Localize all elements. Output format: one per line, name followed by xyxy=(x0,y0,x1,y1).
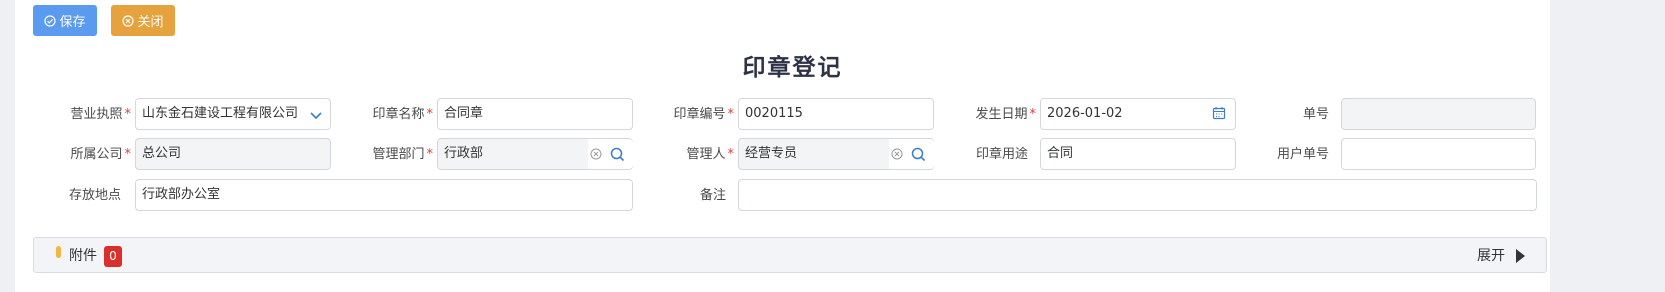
seal-usage-value: 合同 xyxy=(1047,146,1074,161)
seal-usage-input[interactable]: 合同 xyxy=(1040,138,1236,170)
storage-location-input[interactable]: 行政部办公室 xyxy=(135,179,633,211)
check-circle-icon xyxy=(44,14,57,27)
occur-date-input[interactable]: 2026-01-02 xyxy=(1040,98,1236,130)
business-license-value: 山东金石建设工程有限公司 xyxy=(142,106,299,121)
department-input[interactable]: 行政部 xyxy=(437,138,633,170)
chevron-down-icon[interactable] xyxy=(309,108,323,122)
seal-name-value: 合同章 xyxy=(444,106,484,121)
manager-input[interactable]: 经营专员 xyxy=(738,138,934,170)
attachments-label: 附件 xyxy=(69,248,97,264)
manager-value: 经营专员 xyxy=(745,146,798,161)
manager-label: 管理人 * xyxy=(686,147,734,162)
seal-number-input[interactable]: 0020115 xyxy=(738,98,934,130)
close-circle-icon xyxy=(122,14,135,27)
occur-date-label: 发生日期 * xyxy=(975,107,1036,122)
doc-number-label: 单号 xyxy=(1302,107,1329,122)
close-button[interactable]: 关闭 xyxy=(111,5,175,36)
user-doc-number-label: 用户单号 xyxy=(1276,147,1329,162)
save-button[interactable]: 保存 xyxy=(33,5,97,36)
seal-usage-label: 印章用途 xyxy=(975,147,1028,162)
close-button-label: 关闭 xyxy=(137,15,164,30)
attachments-accent-bar xyxy=(56,246,61,258)
page-title: 印章登记 xyxy=(742,55,843,81)
remark-input[interactable] xyxy=(738,179,1537,211)
seal-number-label: 印章编号 * xyxy=(673,107,734,122)
user-doc-number-input[interactable] xyxy=(1341,138,1536,170)
clear-icon[interactable] xyxy=(891,148,903,160)
business-license-select[interactable]: 山东金石建设工程有限公司 xyxy=(135,98,331,130)
storage-location-label: 存放地点 xyxy=(68,188,121,203)
doc-number-input[interactable] xyxy=(1341,98,1536,130)
company-input[interactable]: 总公司 xyxy=(135,138,331,170)
expand-button[interactable]: 展开 xyxy=(1477,238,1505,274)
attachments-bar[interactable]: 附件 0 展开 xyxy=(33,237,1547,273)
department-label: 管理部门 * xyxy=(372,147,433,162)
business-license-label: 营业执照 * xyxy=(70,107,131,122)
occur-date-value: 2026-01-02 xyxy=(1047,106,1123,121)
seal-name-label: 印章名称 * xyxy=(372,107,433,122)
triangle-right-icon[interactable] xyxy=(1516,249,1525,263)
seal-name-input[interactable]: 合同章 xyxy=(437,98,633,130)
seal-number-value: 0020115 xyxy=(745,106,803,121)
search-icon[interactable] xyxy=(911,147,926,162)
clear-icon[interactable] xyxy=(590,148,602,160)
remark-label: 备注 xyxy=(699,188,726,203)
search-icon[interactable] xyxy=(610,147,625,162)
company-label: 所属公司 * xyxy=(70,147,131,162)
attachments-count-badge: 0 xyxy=(104,246,122,267)
calendar-icon[interactable] xyxy=(1212,106,1226,120)
save-button-label: 保存 xyxy=(59,15,86,30)
storage-location-value: 行政部办公室 xyxy=(142,187,221,202)
company-value: 总公司 xyxy=(142,146,182,161)
department-value: 行政部 xyxy=(444,146,484,161)
